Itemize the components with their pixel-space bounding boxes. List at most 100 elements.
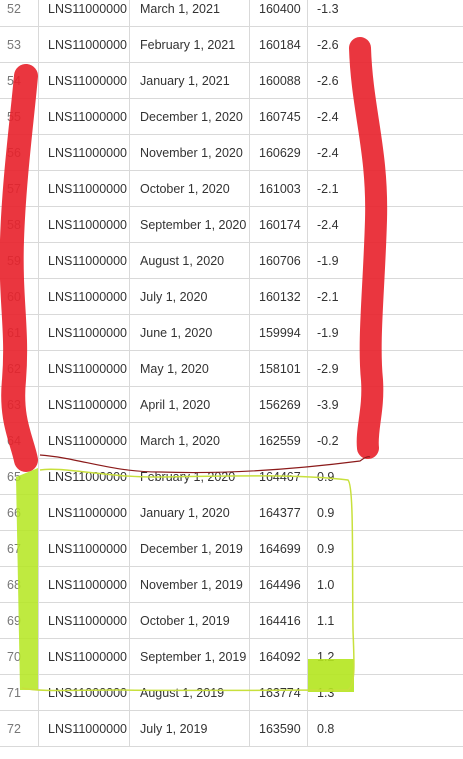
- change-cell[interactable]: -1.9: [307, 243, 463, 279]
- value-cell[interactable]: 164496: [249, 567, 307, 603]
- change-cell[interactable]: 0.8: [307, 711, 463, 747]
- table-row[interactable]: 69 LNS11000000 October 1, 2019 164416 1.1: [0, 603, 463, 639]
- table-row[interactable]: 52 LNS11000000 March 1, 2021 160400 -1.3: [0, 0, 463, 27]
- series-id-cell[interactable]: LNS11000000: [38, 243, 129, 279]
- value-cell[interactable]: 164377: [249, 495, 307, 531]
- series-id-cell[interactable]: LNS11000000: [38, 423, 129, 459]
- value-cell[interactable]: 158101: [249, 351, 307, 387]
- change-cell[interactable]: 0.9: [307, 531, 463, 567]
- date-cell[interactable]: September 1, 2020: [129, 207, 249, 243]
- change-cell[interactable]: -2.4: [307, 207, 463, 243]
- series-id-cell[interactable]: LNS11000000: [38, 387, 129, 423]
- date-cell[interactable]: March 1, 2021: [129, 0, 249, 27]
- change-cell[interactable]: 0.9: [307, 459, 463, 495]
- value-cell[interactable]: 163774: [249, 675, 307, 711]
- table-row[interactable]: 53 LNS11000000 February 1, 2021 160184 -2.6: [0, 27, 463, 63]
- series-id-cell[interactable]: LNS11000000: [38, 99, 129, 135]
- table-row[interactable]: 61 LNS11000000 June 1, 2020 159994 -1.9: [0, 315, 463, 351]
- value-cell[interactable]: 164092: [249, 639, 307, 675]
- date-cell[interactable]: August 1, 2019: [129, 675, 249, 711]
- table-row[interactable]: 55 LNS11000000 December 1, 2020 160745 -2.4: [0, 99, 463, 135]
- series-id-cell[interactable]: LNS11000000: [38, 675, 129, 711]
- date-cell[interactable]: December 1, 2020: [129, 99, 249, 135]
- value-cell[interactable]: 159994: [249, 315, 307, 351]
- change-cell[interactable]: -0.2: [307, 423, 463, 459]
- change-cell[interactable]: -2.4: [307, 99, 463, 135]
- series-id-cell[interactable]: LNS11000000: [38, 495, 129, 531]
- table-row[interactable]: 54 LNS11000000 January 1, 2021 160088 -2.6: [0, 63, 463, 99]
- date-cell[interactable]: April 1, 2020: [129, 387, 249, 423]
- value-cell[interactable]: 162559: [249, 423, 307, 459]
- date-cell[interactable]: May 1, 2020: [129, 351, 249, 387]
- date-cell[interactable]: June 1, 2020: [129, 315, 249, 351]
- value-cell[interactable]: 160132: [249, 279, 307, 315]
- change-cell[interactable]: -2.1: [307, 279, 463, 315]
- table-row[interactable]: 58 LNS11000000 September 1, 2020 160174 -2.4: [0, 207, 463, 243]
- series-id-cell[interactable]: LNS11000000: [38, 27, 129, 63]
- value-cell[interactable]: 160088: [249, 63, 307, 99]
- series-id-cell[interactable]: LNS11000000: [38, 315, 129, 351]
- date-cell[interactable]: January 1, 2020: [129, 495, 249, 531]
- value-cell[interactable]: 160184: [249, 27, 307, 63]
- change-cell[interactable]: 0.9: [307, 495, 463, 531]
- series-id-cell[interactable]: LNS11000000: [38, 171, 129, 207]
- series-id-cell[interactable]: LNS11000000: [38, 135, 129, 171]
- change-cell[interactable]: 1.3: [307, 675, 463, 711]
- change-cell[interactable]: -2.6: [307, 27, 463, 63]
- series-id-cell[interactable]: LNS11000000: [38, 603, 129, 639]
- date-cell[interactable]: September 1, 2019: [129, 639, 249, 675]
- value-cell[interactable]: 156269: [249, 387, 307, 423]
- date-cell[interactable]: October 1, 2019: [129, 603, 249, 639]
- table-row[interactable]: 71 LNS11000000 August 1, 2019 163774 1.3: [0, 675, 463, 711]
- value-cell[interactable]: 160400: [249, 0, 307, 27]
- value-cell[interactable]: 164699: [249, 531, 307, 567]
- date-cell[interactable]: January 1, 2021: [129, 63, 249, 99]
- series-id-cell[interactable]: LNS11000000: [38, 567, 129, 603]
- date-cell[interactable]: July 1, 2020: [129, 279, 249, 315]
- date-cell[interactable]: November 1, 2019: [129, 567, 249, 603]
- change-cell[interactable]: -2.1: [307, 171, 463, 207]
- date-cell[interactable]: December 1, 2019: [129, 531, 249, 567]
- table-row[interactable]: 62 LNS11000000 May 1, 2020 158101 -2.9: [0, 351, 463, 387]
- date-cell[interactable]: August 1, 2020: [129, 243, 249, 279]
- table-row[interactable]: 68 LNS11000000 November 1, 2019 164496 1.0: [0, 567, 463, 603]
- change-cell[interactable]: -2.4: [307, 135, 463, 171]
- change-cell[interactable]: 1.1: [307, 603, 463, 639]
- table-row[interactable]: 66 LNS11000000 January 1, 2020 164377 0.9: [0, 495, 463, 531]
- value-cell[interactable]: 163590: [249, 711, 307, 747]
- change-cell[interactable]: -2.9: [307, 351, 463, 387]
- series-id-cell[interactable]: LNS11000000: [38, 63, 129, 99]
- table-row[interactable]: 56 LNS11000000 November 1, 2020 160629 -2.4: [0, 135, 463, 171]
- table-row[interactable]: 63 LNS11000000 April 1, 2020 156269 -3.9: [0, 387, 463, 423]
- value-cell[interactable]: 160629: [249, 135, 307, 171]
- value-cell[interactable]: 161003: [249, 171, 307, 207]
- table-row[interactable]: 60 LNS11000000 July 1, 2020 160132 -2.1: [0, 279, 463, 315]
- change-cell[interactable]: 1.2: [307, 639, 463, 675]
- table-row[interactable]: 70 LNS11000000 September 1, 2019 164092 1.2: [0, 639, 463, 675]
- change-cell[interactable]: -2.6: [307, 63, 463, 99]
- date-cell[interactable]: March 1, 2020: [129, 423, 249, 459]
- series-id-cell[interactable]: LNS11000000: [38, 351, 129, 387]
- value-cell[interactable]: 160706: [249, 243, 307, 279]
- table-row[interactable]: 64 LNS11000000 March 1, 2020 162559 -0.2: [0, 423, 463, 459]
- value-cell[interactable]: 164467: [249, 459, 307, 495]
- value-cell[interactable]: 160174: [249, 207, 307, 243]
- table-row[interactable]: 57 LNS11000000 October 1, 2020 161003 -2.1: [0, 171, 463, 207]
- date-cell[interactable]: November 1, 2020: [129, 135, 249, 171]
- series-id-cell[interactable]: LNS11000000: [38, 279, 129, 315]
- change-cell[interactable]: -3.9: [307, 387, 463, 423]
- table-row[interactable]: 59 LNS11000000 August 1, 2020 160706 -1.9: [0, 243, 463, 279]
- series-id-cell[interactable]: LNS11000000: [38, 531, 129, 567]
- date-cell[interactable]: October 1, 2020: [129, 171, 249, 207]
- table-row[interactable]: 67 LNS11000000 December 1, 2019 164699 0.9: [0, 531, 463, 567]
- change-cell[interactable]: -1.9: [307, 315, 463, 351]
- date-cell[interactable]: July 1, 2019: [129, 711, 249, 747]
- table-row[interactable]: 65 LNS11000000 February 1, 2020 164467 0.9: [0, 459, 463, 495]
- series-id-cell[interactable]: LNS11000000: [38, 0, 129, 27]
- date-cell[interactable]: February 1, 2020: [129, 459, 249, 495]
- change-cell[interactable]: 1.0: [307, 567, 463, 603]
- table-row[interactable]: 72 LNS11000000 July 1, 2019 163590 0.8: [0, 711, 463, 747]
- date-cell[interactable]: February 1, 2021: [129, 27, 249, 63]
- change-cell[interactable]: -1.3: [307, 0, 463, 27]
- value-cell[interactable]: 160745: [249, 99, 307, 135]
